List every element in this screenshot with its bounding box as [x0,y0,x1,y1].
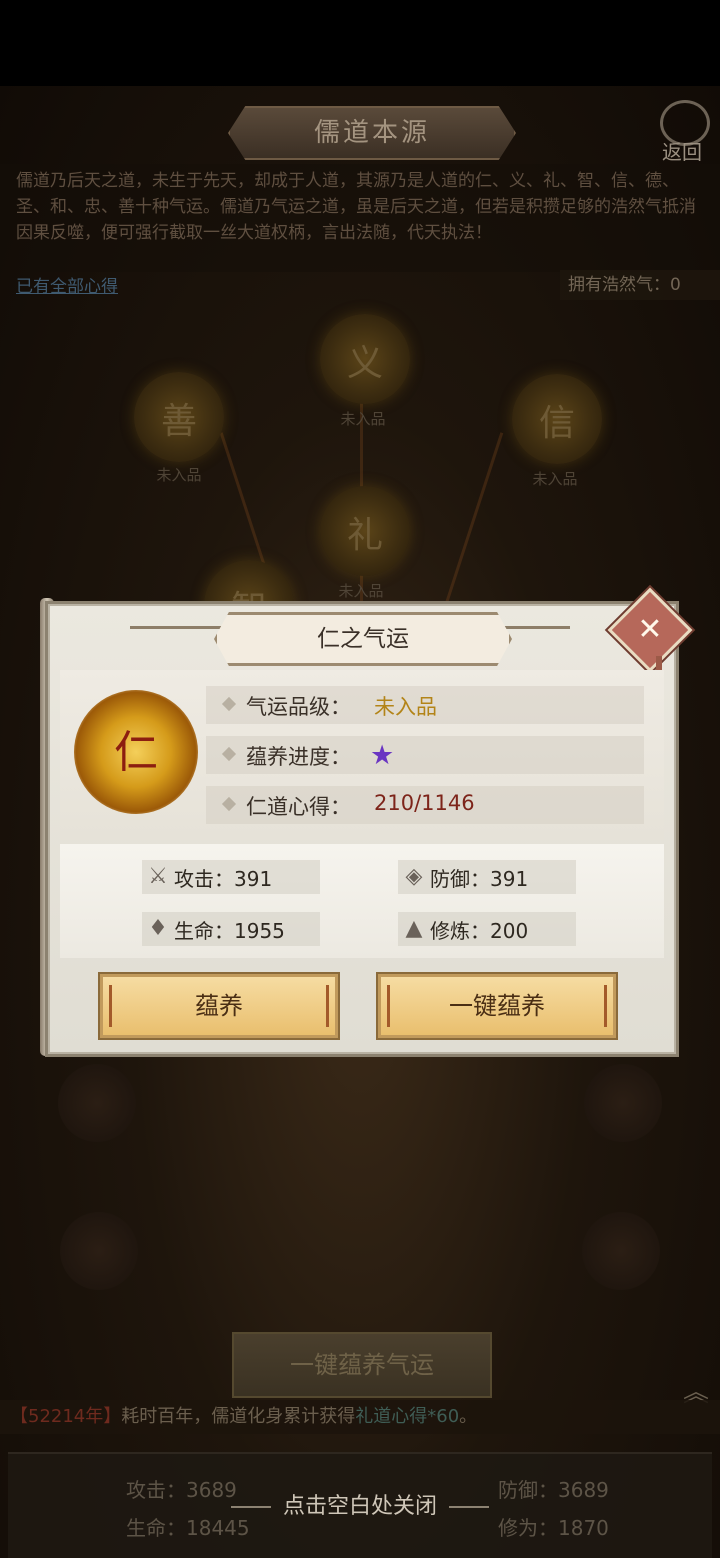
dialog-title: 仁之气运 [214,612,512,666]
node-locked[interactable] [584,1064,662,1142]
progress-row: 蕴养进度： ★ [206,736,644,774]
insight-label: 仁道心得： [246,795,351,819]
defense-stat: ◈ 防御：391 [398,860,576,894]
cultivate-all-fortune-button[interactable]: 一键蕴养气运 [232,1332,492,1398]
insight-value: 210/1146 [374,791,475,815]
node-char: 善 [160,401,197,442]
page-title: 儒道本源 [228,106,516,160]
grade-value: 未入品 [374,695,437,719]
grade-row: 气运品级： 未入品 [206,686,644,724]
log-end: 。 [459,1406,478,1427]
insight-row: 仁道心得： 210/1146 [206,786,644,824]
node-status: 未入品 [338,582,384,600]
log-year: 【52214年】 [10,1406,122,1427]
diamond-icon [221,796,237,812]
node-status: 未入品 [340,410,386,428]
node-li[interactable]: 礼 [320,486,410,576]
cultivation-stat: ▲ 修炼：200 [398,912,576,946]
attack-value: 攻击：391 [174,867,273,891]
all-insights-link[interactable]: 已有全部心得 [16,272,118,297]
grade-label: 气运品级： [246,695,351,719]
meditation-icon: ▲ [405,916,423,941]
life-stat: ♦ 生命：1955 [142,912,320,946]
node-char: 礼 [346,515,383,556]
node-status: 未入品 [532,470,578,488]
diamond-icon [221,746,237,762]
life-drop-icon: ♦ [148,916,168,941]
cultivate-button[interactable]: 蕴养 [100,974,338,1038]
chevron-up-icon[interactable]: ︽ [676,1372,716,1408]
log-text: 耗时百年，儒道化身累计获得 [121,1406,356,1427]
log-message: 【52214年】耗时百年，儒道化身累计获得礼道心得*60。 [0,1400,720,1434]
cultivation-value: 修炼：200 [430,919,529,943]
owned-label: 拥有浩然气： [568,275,670,295]
node-locked[interactable] [58,1064,136,1142]
owned-haoran-qi: 拥有浩然气：0 [560,270,720,300]
defense-value: 防御：391 [430,867,529,891]
attack-stat: ⚔ 攻击：391 [142,860,320,894]
progress-label: 蕴养进度： [246,745,351,769]
close-hint-label: 点击空白处关闭 [282,1494,437,1519]
shield-icon: ◈ [405,864,423,889]
node-locked[interactable] [582,1212,660,1290]
log-gain: 礼道心得*60 [355,1406,460,1427]
node-yi[interactable]: 义 [320,314,410,404]
close-hint[interactable]: 点击空白处关闭 [0,1488,720,1520]
node-status: 未入品 [156,466,202,484]
node-char: 信 [538,403,575,444]
back-label: 返回 [662,140,702,164]
orb-char: 仁 [114,727,158,778]
divider [230,1506,271,1508]
node-char: 义 [346,343,383,384]
back-button[interactable]: 返回 [652,96,714,164]
divider [449,1506,489,1508]
node-xin[interactable]: 信 [512,374,602,464]
intro-text: 儒道乃后天之道，未生于先天，却成于人道，其源乃是人道的仁、义、礼、智、信、德、圣… [16,171,696,243]
close-icon: ✕ [637,612,663,647]
ren-orb-icon: 仁 [74,690,198,814]
purple-star-icon: ★ [370,740,395,771]
attack-icon: ⚔ [148,864,168,889]
node-shan[interactable]: 善 [134,372,224,462]
owned-value: 0 [670,275,681,295]
node-locked[interactable] [60,1212,138,1290]
life-value: 生命：1955 [174,919,285,943]
diamond-icon [221,696,237,712]
cultivate-all-button[interactable]: 一键蕴养 [378,974,616,1038]
status-bar [0,0,720,86]
